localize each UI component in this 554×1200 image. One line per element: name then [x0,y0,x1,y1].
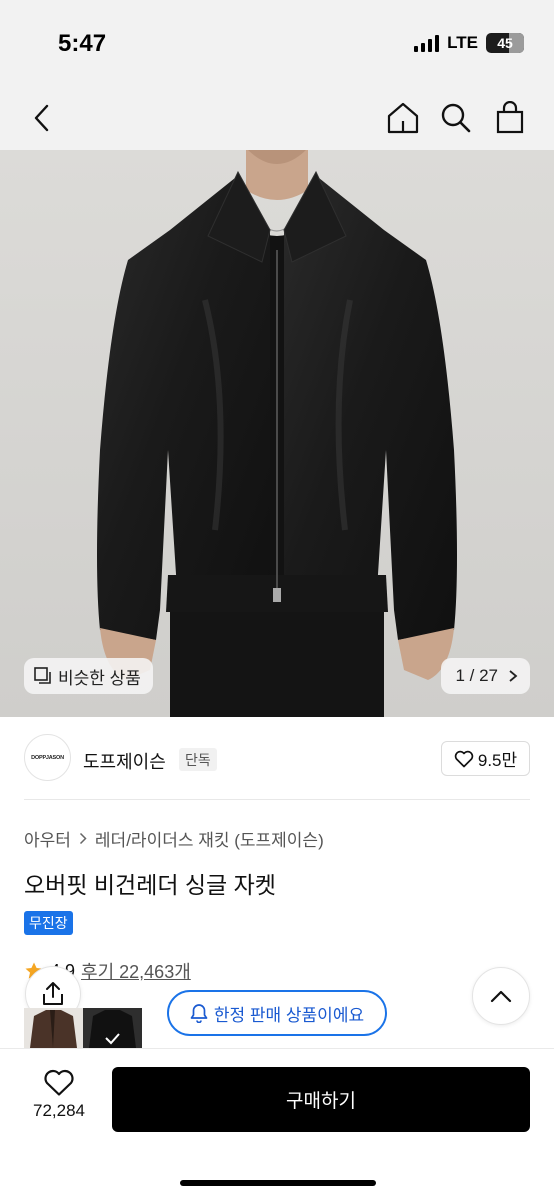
chevron-up-icon [490,990,512,1003]
status-bar: 5:47 LTE 45 [0,0,554,88]
color-option-thumbnail[interactable] [24,1008,83,1048]
status-time: 5:47 [58,30,107,57]
brand-logo-text: DOPPJASON [31,754,64,761]
review-count-link[interactable]: 후기 22,463개 [81,958,191,984]
product-title: 오버핏 비건레더 싱글 자켓 [24,872,276,898]
brand-like-count: 9.5만 [477,751,518,770]
image-counter[interactable]: 1 / 27 [441,658,530,694]
home-icon[interactable] [383,96,423,140]
brand-like-button[interactable]: 9.5만 [441,741,530,776]
home-indicator [180,1180,376,1186]
back-icon[interactable] [22,96,62,140]
product-image-gallery[interactable]: 비슷한 상품 1 / 27 [0,150,554,717]
similar-products-label: 비슷한 상품 [58,668,141,688]
divider [24,799,530,800]
brand-logo[interactable]: DOPPJASON [24,734,71,781]
wishlist-button[interactable]: 72,284 [24,1069,94,1121]
battery-level: 45 [497,35,513,51]
heart-icon [454,750,474,767]
scroll-top-button[interactable] [472,967,530,1025]
heart-icon [44,1069,74,1096]
network-label: LTE [447,33,478,52]
limited-sale-notice[interactable]: 한정 판매 상품이에요 [167,990,387,1036]
buy-button[interactable]: 구매하기 [112,1067,530,1132]
wishlist-count: 72,284 [33,1101,85,1120]
bell-icon [190,1004,208,1023]
bag-icon[interactable] [490,96,530,140]
search-icon[interactable] [436,96,476,140]
exclusive-badge: 단독 [179,748,217,771]
breadcrumb: 아우터 레더/라이더스 재킷 (도프제이슨) [24,826,324,851]
share-icon [43,982,63,1005]
top-nav-bar [0,88,554,150]
brand-row[interactable]: DOPPJASON 도프제이슨 단독 9.5만 [24,734,530,784]
similar-icon [34,667,51,684]
signal-icon [414,34,440,52]
status-indicators: LTE 45 [414,33,524,53]
chevron-right-icon [509,670,518,682]
brand-name[interactable]: 도프제이슨 [83,748,166,774]
product-photo [0,150,554,717]
limited-sale-label: 한정 판매 상품이에요 [213,1005,365,1025]
bottom-action-bar: 72,284 구매하기 [0,1048,554,1200]
color-option-thumbnail-selected[interactable] [83,1008,142,1048]
breadcrumb-subcategory[interactable]: 레더/라이더스 재킷 (도프제이슨) [95,826,324,851]
image-counter-label: 1 / 27 [455,666,498,685]
chevron-right-icon [79,832,87,845]
battery-icon: 45 [486,33,524,53]
musinsa-badge: 무진장 [24,911,73,935]
breadcrumb-category[interactable]: 아우터 [24,826,71,851]
similar-products-button[interactable]: 비슷한 상품 [24,658,153,694]
